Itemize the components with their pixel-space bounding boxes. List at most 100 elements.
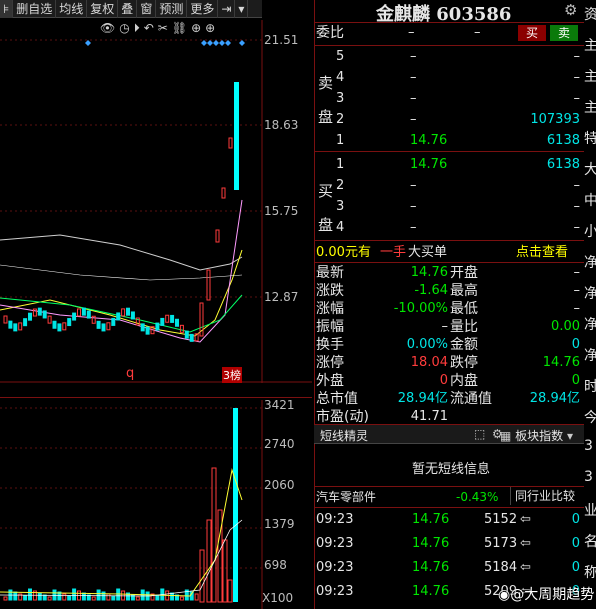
volume-bar [206,519,212,603]
candle [170,314,175,323]
sell-button[interactable]: 卖 [550,25,578,41]
tick-price: 14.76 [412,536,450,551]
bid-level: 2 [336,178,345,193]
quote-value-right: 0 [571,337,580,352]
tick-count: 0 [571,536,580,551]
sector-name[interactable]: 汽车零部件 [316,488,376,506]
toolbar-dropdown-icon[interactable]: ▾ [235,0,249,18]
toolbar-pin-icon[interactable]: ⇥ [218,0,236,18]
bid-row[interactable]: 3 – – [314,198,584,216]
side-strip-char[interactable]: 主 [584,35,596,55]
watermark: ◉@大周期趋势 [498,587,595,603]
tick-volume: 5173 [484,536,518,551]
tick-row: 09:23 14.76 5152 ⇦ 0 [314,511,584,529]
big-buy-link[interactable]: 点击查看 [516,244,568,262]
side-strip-char[interactable]: 大 [584,159,596,179]
quote-row: 涨跌 -1.64 最高 – [314,282,584,300]
bid-volume: 6138 [546,157,580,172]
volume-bar [28,588,32,601]
toolbar-left-arrow[interactable]: ⊧ [0,0,14,18]
expand-icon[interactable]: ⬚ [474,427,485,441]
volume-bar [170,592,175,601]
board-index-label: 板块指数 [515,429,564,443]
side-strip-char[interactable]: 净 [584,252,596,272]
candle [179,324,184,333]
ma-line-yellow [0,249,243,337]
ask-level: 2 [336,112,345,127]
side-strip-char[interactable]: 净 [584,345,596,365]
quote-row: 总市值 28.94亿 流通值 28.94亿 [314,390,584,408]
side-strip-char[interactable]: 名 [584,531,596,551]
toolbar-window[interactable]: 窗 [137,0,157,18]
quote-value-left: 0.00% [406,337,448,352]
candle [140,323,145,332]
quote-value-right: 28.94亿 [529,391,580,406]
side-strip-char[interactable]: 称 [584,562,596,582]
side-strip-char[interactable]: 资 [584,4,596,24]
side-strip-char[interactable]: 主 [584,66,596,86]
side-strip-char[interactable]: 3 [584,469,593,485]
quote-value-right: 0.00 [551,319,580,334]
ask-level: 5 [336,49,345,64]
toolbar-remove-favorite[interactable]: 删自选 [13,0,57,18]
board-index-dropdown[interactable]: ▦ 板块指数 ▾ [500,427,573,444]
signal-diamond-icon [219,40,225,46]
candle [215,229,220,243]
side-strip-char[interactable]: 业 [584,500,596,520]
chart-toolbar: ⊧ 删自选 均线 复权 叠 窗 预测 更多 ⇥ ▾ [0,0,262,18]
gear-icon[interactable]: ⚙ [564,1,577,19]
quote-row: 外盘 0 内盘 0 [314,372,584,390]
quote-label-right: 跌停 [450,355,478,371]
bid-volume: – [573,199,581,214]
quote-value-left: -10.00% [393,301,448,316]
quote-value-left: 14.76 [410,265,448,280]
toolbar-overlay[interactable]: 叠 [118,0,138,18]
price-tick-2: 18.63 [264,118,299,132]
candle [13,323,18,332]
quote-value-left: – [441,319,449,334]
toolbar-moving-average[interactable]: 均线 [56,0,88,18]
side-strip-char[interactable]: 今 [584,407,596,427]
big-buy-label: 大买单 [408,245,448,260]
volume-chart[interactable] [0,400,312,609]
side-strip-char[interactable]: 小 [584,221,596,241]
candle [111,317,116,326]
side-strip-char[interactable]: 净 [584,314,596,334]
quote-panel: 金麒麟 603586 ⚙ 委比 – – 买 卖 卖 盘 5– –4– –3– –2–1… [314,0,596,609]
arrow-left-icon: ⇦ [520,512,531,527]
buy-button[interactable]: 买 [518,25,546,41]
quote-row: 振幅 – 量比 0.00 [314,318,584,336]
candle [184,330,189,339]
volume-bar [227,579,233,603]
arrow-left-icon: ⇦ [520,560,531,575]
quote-label-left: 振幅 [316,319,344,335]
ask-row[interactable]: 5 – – [314,48,584,66]
bid-price: – [410,178,417,193]
bid-row[interactable]: 4 – – [314,219,584,237]
industry-compare-button[interactable]: 同行业比较 [510,487,575,505]
vol-tick-4: 1379 [264,517,295,531]
ask-row[interactable]: 1 14.76 6138 [314,132,584,150]
bid-row[interactable]: 2 – – [314,177,584,195]
side-strip-char[interactable]: 3 [584,438,593,454]
side-strip-char[interactable]: 净 [584,283,596,303]
bid-row[interactable]: 1 14.76 6138 [314,156,584,174]
tick-row: 09:23 14.76 5173 ⇦ 0 [314,535,584,553]
ask-row[interactable]: 2 – 107393 [314,111,584,129]
bid-level: 1 [336,157,345,172]
toolbar-more[interactable]: 更多 [187,0,219,18]
ask-row[interactable]: 3 – – [314,90,584,108]
ask-row[interactable]: 4 – – [314,69,584,87]
side-strip-char[interactable]: 特 [584,128,596,148]
ask-price: – [410,91,417,106]
dragon-list-badge[interactable]: 3榜 [222,367,242,383]
side-strip-char[interactable]: 时 [584,376,596,396]
candle [32,308,37,317]
quote-row: 涨幅 -10.00% 最低 – [314,300,584,318]
toolbar-adjust[interactable]: 复权 [87,0,119,18]
side-strip-char[interactable]: 中 [584,190,596,210]
kline-chart[interactable] [0,20,312,383]
toolbar-forecast[interactable]: 预测 [156,0,188,18]
candle [18,322,23,331]
side-strip-char[interactable]: 主 [584,97,596,117]
